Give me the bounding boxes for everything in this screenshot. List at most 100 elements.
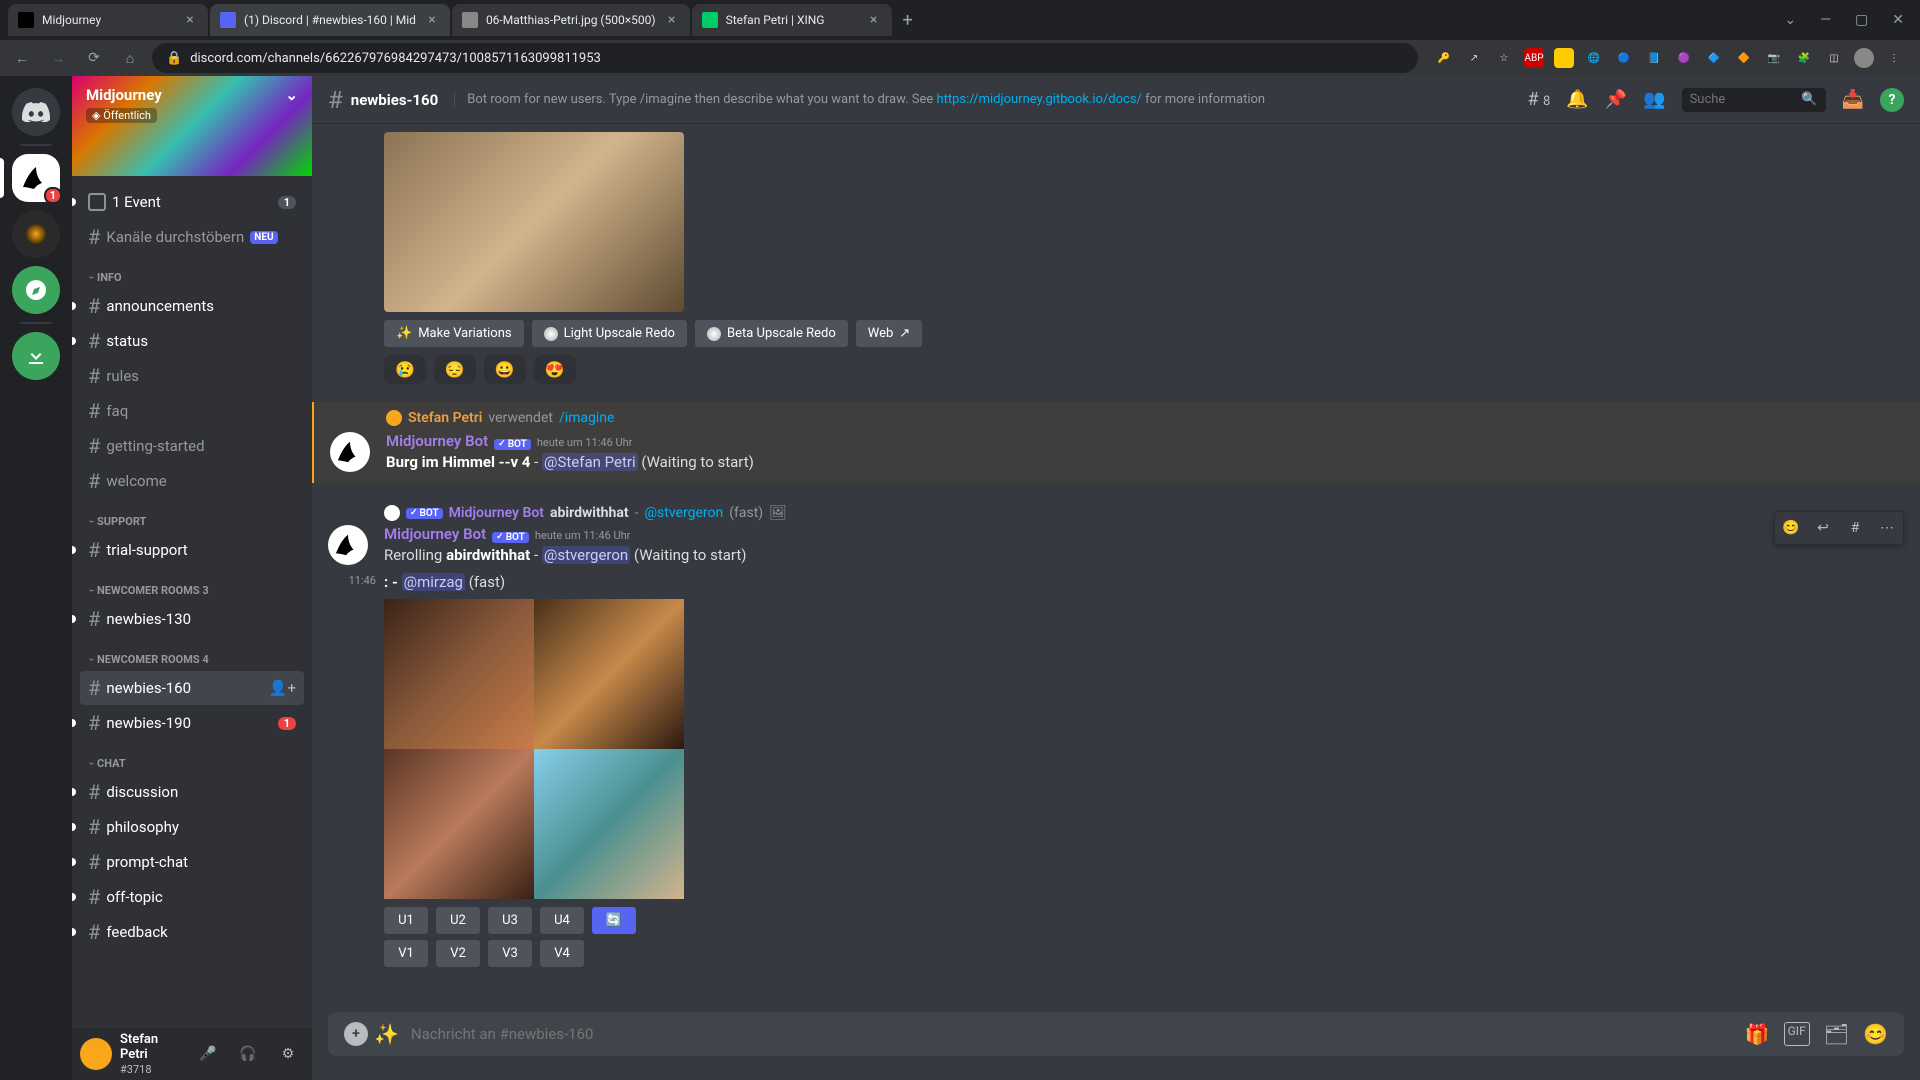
channel-newbies-130[interactable]: #newbies-130 [80, 602, 304, 636]
light-upscale-button[interactable]: Light Upscale Redo [532, 320, 687, 347]
extension-icon[interactable]: 📘 [1644, 48, 1664, 68]
profile-avatar[interactable] [1854, 48, 1874, 68]
more-icon[interactable]: ⋯ [1871, 512, 1903, 544]
reply-reference[interactable]: BOT Midjourney Bot abirdwithhat - @stver… [312, 497, 1920, 521]
events-item[interactable]: 1 Event 1 [80, 185, 304, 219]
mention[interactable]: @stvergeron [644, 505, 723, 521]
close-icon[interactable]: × [664, 12, 680, 28]
extension-icon[interactable]: 🔷 [1704, 48, 1724, 68]
browser-tab-active[interactable]: (1) Discord | #newbies-160 | Mid × [210, 4, 450, 36]
channel-welcome[interactable]: #welcome [80, 464, 304, 498]
u1-button[interactable]: U1 [384, 907, 428, 934]
channel-newbies-190[interactable]: #newbies-1901 [80, 706, 304, 740]
channel-prompt-chat[interactable]: #prompt-chat [80, 845, 304, 879]
mention[interactable]: @Stefan Petri [542, 453, 638, 471]
message-author[interactable]: Midjourney Bot [384, 525, 486, 543]
reaction[interactable]: 😀 [484, 355, 526, 384]
channel-discussion[interactable]: #discussion [80, 775, 304, 809]
extension-icon[interactable]: 🌐 [1584, 48, 1604, 68]
share-icon[interactable]: ↗ [1464, 48, 1484, 68]
deafen-icon[interactable]: 🎧 [232, 1038, 264, 1070]
mention[interactable]: @mirzag [402, 573, 465, 591]
extension-icon[interactable]: 🟣 [1674, 48, 1694, 68]
v3-button[interactable]: V3 [488, 940, 532, 967]
bot-avatar[interactable] [330, 432, 370, 472]
thread-icon[interactable]: # [1839, 512, 1871, 544]
channel-faq[interactable]: #faq [80, 394, 304, 428]
category-newcomer-4[interactable]: NEWCOMER ROOMS 4 [72, 637, 312, 670]
mute-icon[interactable]: 🎤 [192, 1038, 224, 1070]
extension-icon[interactable]: 🔵 [1614, 48, 1634, 68]
chevron-down-icon[interactable]: ⌄ [1784, 12, 1796, 28]
reload-button[interactable]: ⟳ [80, 44, 108, 72]
bot-avatar[interactable] [328, 525, 368, 565]
forward-button[interactable]: → [44, 44, 72, 72]
channel-trial-support[interactable]: #trial-support [80, 533, 304, 567]
server-icon[interactable] [12, 210, 60, 258]
browser-tab[interactable]: 06-Matthias-Petri.jpg (500×500) × [452, 4, 690, 36]
make-variations-button[interactable]: ✨Make Variations [384, 320, 524, 347]
key-icon[interactable]: 🔑 [1434, 48, 1454, 68]
add-person-icon[interactable]: 👤+ [269, 679, 296, 697]
camera-icon[interactable]: 📷 [1764, 48, 1784, 68]
close-icon[interactable]: × [866, 12, 882, 28]
explore-button[interactable] [12, 266, 60, 314]
extension-icon[interactable]: 🔶 [1734, 48, 1754, 68]
sticker-icon[interactable]: 🗂 [1824, 1022, 1849, 1046]
star-icon[interactable]: ☆ [1494, 48, 1514, 68]
emoji-icon[interactable]: 😊 [1863, 1022, 1888, 1046]
reaction[interactable]: 😍 [534, 355, 576, 384]
close-icon[interactable]: × [424, 12, 440, 28]
back-button[interactable]: ← [8, 44, 36, 72]
u3-button[interactable]: U3 [488, 907, 532, 934]
home-button[interactable]: ⌂ [116, 44, 144, 72]
server-header[interactable]: Midjourney ⌄ ◈ Öffentlich [72, 76, 312, 176]
v2-button[interactable]: V2 [436, 940, 480, 967]
image-grid[interactable] [384, 599, 684, 899]
gif-icon[interactable]: GIF [1784, 1022, 1810, 1046]
system-user[interactable]: Stefan Petri [408, 410, 482, 426]
reroll-button[interactable]: 🔄 [592, 907, 636, 934]
search-input[interactable] [1690, 92, 1802, 107]
reaction[interactable]: 😢 [384, 355, 426, 384]
topic-link[interactable]: https://midjourney.gitbook.io/docs/ [936, 92, 1141, 107]
settings-icon[interactable]: ⚙ [272, 1038, 304, 1070]
close-icon[interactable]: × [182, 12, 198, 28]
web-link-button[interactable]: Web ↗ [856, 320, 922, 347]
message-author[interactable]: Midjourney Bot [386, 432, 488, 450]
mention[interactable]: @stvergeron [542, 546, 630, 564]
browse-channels-item[interactable]: # Kanäle durchstöbern NEU [80, 220, 304, 254]
channel-feedback[interactable]: #feedback [80, 915, 304, 949]
v4-button[interactable]: V4 [540, 940, 584, 967]
add-reaction-icon[interactable]: 😊 [1775, 512, 1807, 544]
reply-icon[interactable]: ↩ [1807, 512, 1839, 544]
user-avatar[interactable] [80, 1038, 112, 1070]
channel-status[interactable]: #status [80, 324, 304, 358]
category-info[interactable]: INFO [72, 255, 312, 288]
browser-tab[interactable]: Midjourney × [8, 4, 208, 36]
channel-announcements[interactable]: #announcements [80, 289, 304, 323]
search-box[interactable]: 🔍 [1682, 88, 1826, 112]
server-midjourney[interactable]: 1 [12, 154, 60, 202]
inbox-icon[interactable]: 📥 [1842, 89, 1864, 110]
url-input[interactable]: 🔒 discord.com/channels/66226797698429747… [152, 43, 1418, 73]
close-icon[interactable]: ✕ [1892, 12, 1904, 28]
v1-button[interactable]: V1 [384, 940, 428, 967]
extension-icon[interactable] [1554, 48, 1574, 68]
abp-extension-icon[interactable]: ABP [1524, 48, 1544, 68]
category-chat[interactable]: CHAT [72, 741, 312, 774]
discord-home-button[interactable] [12, 88, 60, 136]
help-icon[interactable]: ? [1880, 88, 1904, 112]
gift-icon[interactable]: 🎁 [1745, 1022, 1770, 1046]
attach-button[interactable]: + [344, 1022, 368, 1046]
beta-upscale-button[interactable]: Beta Upscale Redo [695, 320, 848, 347]
category-support[interactable]: SUPPORT [72, 499, 312, 532]
notifications-icon[interactable]: 🔔 [1566, 89, 1588, 110]
image-attachment[interactable] [384, 132, 684, 312]
channel-getting-started[interactable]: #getting-started [80, 429, 304, 463]
threads-icon[interactable]: # 8 [1527, 89, 1550, 110]
u2-button[interactable]: U2 [436, 907, 480, 934]
side-panel-icon[interactable]: ◫ [1824, 48, 1844, 68]
message-input[interactable] [411, 1025, 1733, 1043]
download-button[interactable] [12, 332, 60, 380]
